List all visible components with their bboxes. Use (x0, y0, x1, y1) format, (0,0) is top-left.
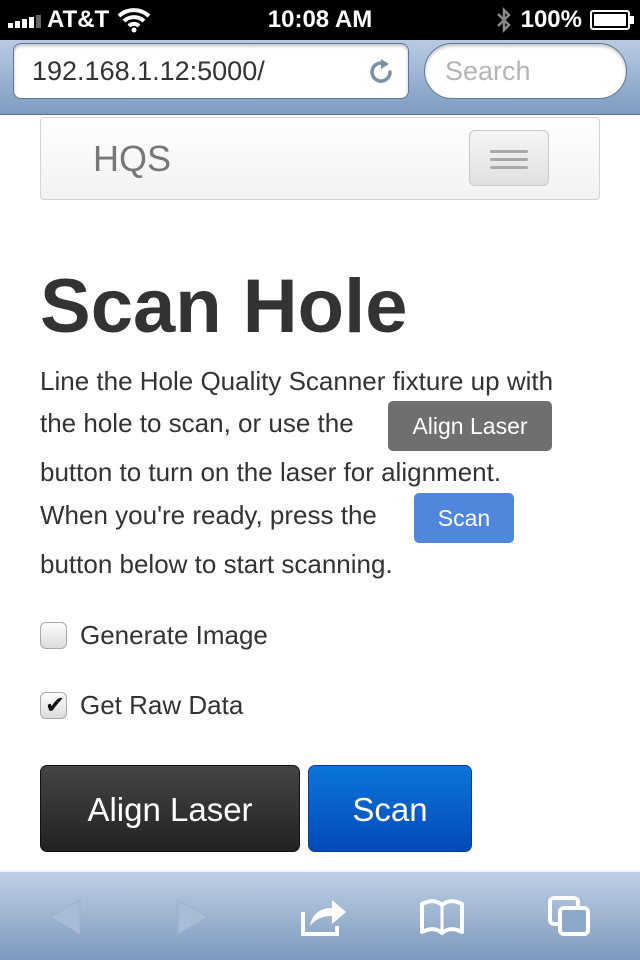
back-icon[interactable] (42, 894, 90, 940)
generate-image-option[interactable]: Generate Image (40, 620, 268, 650)
get-raw-data-option[interactable]: ✔ Get Raw Data (40, 690, 243, 720)
battery-percent: 100% (520, 6, 582, 33)
brand-label[interactable]: HQS (93, 138, 171, 180)
get-raw-data-label: Get Raw Data (80, 689, 244, 720)
generate-image-label: Generate Image (80, 619, 268, 650)
reload-icon[interactable] (366, 57, 396, 87)
checkmark-icon: ✔ (45, 691, 66, 719)
scan-inline-button[interactable]: Scan (414, 493, 514, 543)
instructions-line-4: When you're ready, press the (40, 500, 377, 530)
align-laser-button[interactable]: Align Laser (40, 765, 300, 852)
battery-icon (590, 10, 634, 30)
forward-icon[interactable] (168, 894, 216, 940)
get-raw-data-checkbox[interactable]: ✔ (40, 691, 67, 719)
page-title: Scan Hole (40, 264, 408, 349)
align-laser-inline-button[interactable]: Align Laser (388, 401, 552, 451)
tabs-icon[interactable] (546, 894, 594, 940)
browser-toolbar: 192.168.1.12:5000/ (0, 40, 640, 115)
browser-bottom-toolbar (0, 870, 640, 960)
status-bar: AT&T 10:08 AM 100% (0, 0, 640, 40)
scan-button[interactable]: Scan (308, 765, 472, 852)
search-field[interactable] (424, 43, 627, 99)
bluetooth-icon (496, 6, 511, 34)
status-right: 100% (495, 4, 634, 36)
address-bar[interactable]: 192.168.1.12:5000/ (13, 43, 409, 99)
site-navbar: HQS (40, 117, 600, 200)
menu-toggle-button[interactable] (469, 130, 549, 186)
bookmarks-icon[interactable] (418, 894, 466, 940)
share-icon[interactable] (300, 894, 348, 940)
generate-image-checkbox[interactable] (40, 621, 67, 649)
search-input[interactable] (445, 56, 615, 87)
url-text: 192.168.1.12:5000/ (32, 56, 265, 86)
instructions-line-3: button to turn on the laser for alignmen… (40, 457, 502, 487)
instructions-line-5: button below to start scanning. (40, 549, 393, 579)
instructions-line-1: Line the Hole Quality Scanner fixture up… (40, 366, 554, 396)
